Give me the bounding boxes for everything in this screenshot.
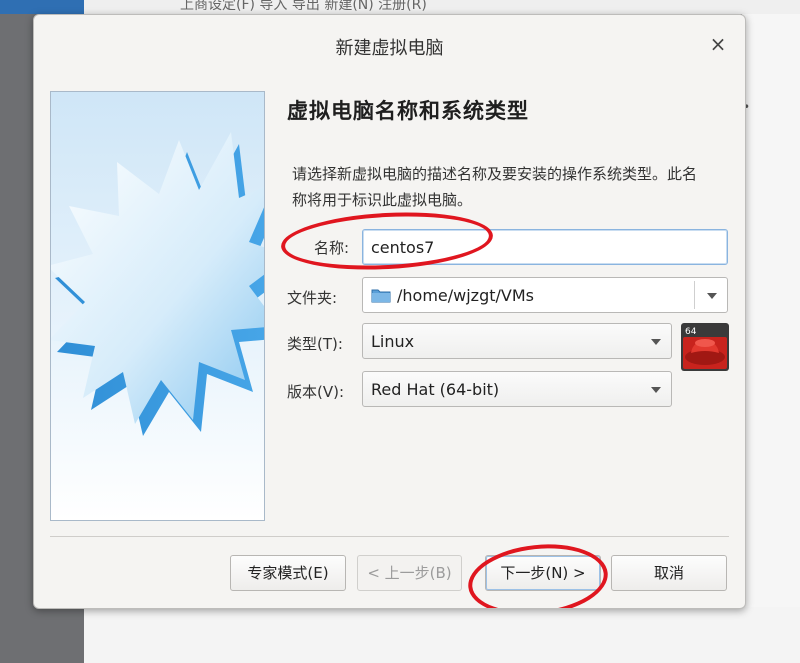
type-select[interactable]: Linux <box>362 323 672 359</box>
name-label: 名称: <box>314 239 350 257</box>
type-label: 类型(T): <box>287 335 343 353</box>
os-badge-64: 64 <box>685 327 697 337</box>
version-select-value: Red Hat (64-bit) <box>371 380 500 399</box>
type-select-value: Linux <box>371 332 415 351</box>
next-button[interactable]: 下一步(N) > <box>485 555 601 591</box>
cancel-button[interactable]: 取消 <box>611 555 727 591</box>
expert-mode-button[interactable]: 专家模式(E) <box>230 555 346 591</box>
name-input-value: centos7 <box>371 238 435 257</box>
starburst-graphic <box>51 132 264 436</box>
folder-select[interactable]: /home/wjzgt/VMs <box>362 277 728 313</box>
chevron-down-icon <box>651 339 661 345</box>
page-description: 请选择新虚拟电脑的描述名称及要安装的操作系统类型。此名称将用于标识此虚拟电脑。 <box>292 165 698 209</box>
version-label: 版本(V): <box>287 383 345 401</box>
back-button[interactable]: < 上一步(B) <box>357 555 462 591</box>
new-vm-dialog: 新建虚拟电脑 × 虚拟电脑名称和系统类型 请选择新虚拟电脑的描述名称及要安装的操… <box>33 14 746 609</box>
name-input[interactable]: centos7 <box>362 229 728 265</box>
chevron-down-icon <box>651 387 661 393</box>
folder-icon <box>371 289 391 303</box>
background-bottom-panel <box>84 607 800 663</box>
page-heading: 虚拟电脑名称和系统类型 <box>287 99 529 123</box>
background-right-panel: • <box>742 14 800 663</box>
folder-label: 文件夹: <box>287 289 338 307</box>
version-select[interactable]: Red Hat (64-bit) <box>362 371 672 407</box>
redhat-os-icon: 64 <box>681 323 729 371</box>
wizard-image <box>50 91 265 521</box>
dialog-titlebar: 新建虚拟电脑 × <box>34 15 745 75</box>
chevron-down-icon <box>707 293 717 299</box>
close-button[interactable]: × <box>705 31 731 57</box>
background-menu-text: 上商设定(F) 导入 导出 新建(N) 注册(R) <box>180 0 427 13</box>
background-menubar: 上商设定(F) 导入 导出 新建(N) 注册(R) <box>84 0 800 14</box>
background-sidebar-strip <box>0 0 84 14</box>
dialog-title: 新建虚拟电脑 <box>335 38 444 59</box>
folder-select-value: /home/wjzgt/VMs <box>397 286 534 305</box>
folder-select-divider <box>694 281 695 309</box>
button-separator <box>50 536 729 537</box>
